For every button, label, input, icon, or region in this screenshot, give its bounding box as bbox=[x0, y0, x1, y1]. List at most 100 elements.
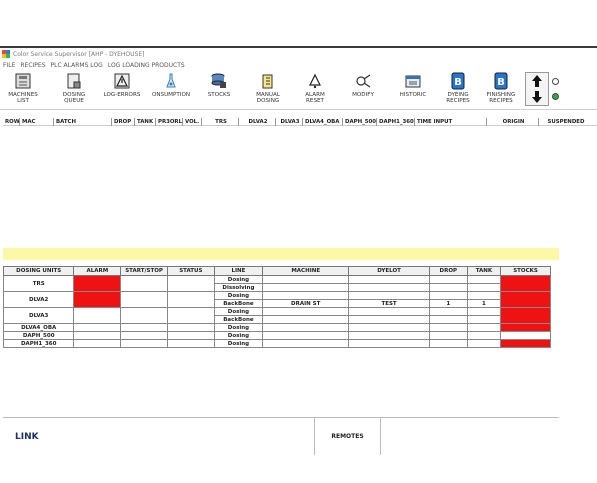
col-daph1-360[interactable]: DAPH1_360 bbox=[377, 118, 415, 126]
machines-list-button[interactable]: MACHINES LIST bbox=[3, 70, 43, 110]
tank-cell bbox=[466, 323, 502, 332]
col-tank[interactable]: TANK bbox=[135, 118, 156, 126]
alarm-indicator bbox=[73, 275, 122, 292]
modify-icon bbox=[354, 72, 372, 90]
window-title: Color Service Supervisor [AHP - DYEHOUSE… bbox=[13, 50, 145, 58]
status-cell bbox=[166, 307, 215, 324]
dyeing-recipes-icon: B bbox=[449, 72, 467, 90]
start-stop-cell[interactable] bbox=[120, 331, 168, 340]
col-pr3orl[interactable]: PR3ORL bbox=[156, 118, 183, 126]
col-trs[interactable]: TRS bbox=[202, 118, 239, 126]
col-machine: MACHINE bbox=[262, 266, 350, 276]
col-dyelot: DYELOT bbox=[348, 266, 430, 276]
dyelot-cell bbox=[348, 331, 430, 340]
alarm-cell bbox=[73, 323, 122, 332]
arrow-up-icon[interactable] bbox=[532, 75, 542, 87]
unit-name-dlva4-oba: DLVA4_OBA bbox=[2, 323, 75, 332]
col-daph-500[interactable]: DAPH_500 bbox=[343, 118, 377, 126]
tank-cell bbox=[466, 291, 502, 300]
col-row[interactable]: ROW bbox=[3, 118, 20, 126]
tank-cell bbox=[466, 315, 502, 324]
stocks-icon bbox=[210, 72, 228, 90]
table-row[interactable]: TRS Dosing bbox=[2, 275, 551, 292]
col-tank: TANK bbox=[466, 266, 502, 276]
manual-dosing-button[interactable]: MANUAL DOSING bbox=[248, 70, 288, 110]
unit-name-dlva3: DLVA3 bbox=[2, 307, 75, 324]
app-window: Color Service Supervisor [AHP - DYEHOUSE… bbox=[0, 48, 597, 458]
col-dlva3[interactable]: DLVA3 bbox=[276, 118, 303, 126]
alarm-reset-button[interactable]: ALARM RESET bbox=[296, 70, 334, 110]
col-drop[interactable]: DROP bbox=[112, 118, 135, 126]
table-row[interactable]: DAPH_500 Dosing bbox=[2, 331, 551, 340]
alarm-cell bbox=[73, 331, 122, 340]
status-light-red-icon bbox=[551, 78, 559, 85]
link-status[interactable]: LINK bbox=[3, 418, 315, 455]
modify-button[interactable]: MODIFY bbox=[343, 70, 383, 110]
consumption-icon bbox=[162, 72, 180, 90]
line-cell: Dosing bbox=[213, 323, 264, 332]
status-light bbox=[551, 74, 559, 104]
col-time-input[interactable]: TIME INPUT bbox=[415, 118, 487, 126]
stock-indicator bbox=[500, 291, 551, 308]
col-batch[interactable]: BATCH bbox=[54, 118, 112, 126]
col-mac[interactable]: MAC bbox=[20, 118, 54, 126]
col-origin[interactable]: ORIGIN bbox=[487, 118, 539, 126]
alarm-indicator bbox=[73, 291, 122, 308]
machine-cell bbox=[262, 307, 350, 316]
log-errors-button[interactable]: LOG-ERRORS bbox=[97, 70, 147, 110]
table-row[interactable]: DLVA3 Dosing bbox=[2, 307, 551, 324]
unit-name-daph1-360: DAPH1_360 bbox=[2, 339, 75, 348]
stock-indicator bbox=[500, 307, 551, 324]
consumption-button[interactable]: ONSUMPTION bbox=[148, 70, 194, 110]
col-vol[interactable]: VOL. bbox=[183, 118, 202, 126]
tank-cell bbox=[466, 283, 502, 292]
dyelot-cell bbox=[348, 339, 430, 348]
units-header-row: DOSING UNITS ALARM START/STOP STATUS LIN… bbox=[2, 266, 551, 276]
col-dlva4-oba[interactable]: DLVA4_OBA bbox=[303, 118, 343, 126]
start-stop-cell[interactable] bbox=[120, 275, 168, 292]
remotes-button[interactable]: REMOTES bbox=[315, 418, 381, 455]
table-row[interactable]: DLVA2 Dosing bbox=[2, 291, 551, 308]
dyelot-cell: TEST bbox=[348, 299, 430, 308]
machine-cell: DRAIN ST bbox=[262, 299, 350, 308]
dosing-queue-button[interactable]: DOSING QUEUE bbox=[56, 70, 92, 110]
col-drop: DROP bbox=[428, 266, 468, 276]
menu-recipes[interactable]: RECIPES bbox=[20, 62, 45, 69]
start-stop-cell[interactable] bbox=[120, 307, 168, 324]
line-cell: BackBone bbox=[213, 299, 264, 308]
historic-button[interactable]: HISTORIC bbox=[393, 70, 433, 110]
machines-list-icon bbox=[14, 72, 32, 90]
menu-plc-alarms-log[interactable]: PLC ALARMS LOG bbox=[51, 62, 103, 69]
col-dlva2[interactable]: DLVA2 bbox=[239, 118, 276, 126]
start-stop-cell[interactable] bbox=[120, 339, 168, 348]
drop-cell bbox=[428, 331, 468, 340]
start-stop-cell[interactable] bbox=[120, 323, 168, 332]
unit-name-daph-500: DAPH_500 bbox=[2, 331, 75, 340]
status-cell bbox=[166, 331, 215, 340]
toolbar: MACHINES LIST DOSING QUEUE LOG-ERRORS ON… bbox=[0, 70, 597, 110]
line-cell: Dosing bbox=[213, 339, 264, 348]
col-start-stop: START/STOP bbox=[120, 266, 168, 276]
col-suspended[interactable]: SUSPENDED bbox=[539, 118, 591, 126]
stock-indicator bbox=[500, 323, 551, 332]
dyeing-recipes-button[interactable]: B DYEING RECIPES bbox=[440, 70, 476, 110]
stocks-button[interactable]: STOCKS bbox=[200, 70, 238, 110]
machine-cell bbox=[262, 291, 350, 300]
stock-indicator bbox=[500, 275, 551, 292]
bell-icon bbox=[306, 72, 324, 90]
table-row[interactable]: DLVA4_OBA Dosing bbox=[2, 323, 551, 332]
manual-dosing-icon bbox=[259, 72, 277, 90]
menu-log-loading-products[interactable]: LOG LOADING PRODUCTS bbox=[108, 62, 185, 69]
drop-cell: 1 bbox=[428, 299, 468, 308]
dosing-queue-icon bbox=[65, 72, 83, 90]
table-row[interactable]: DAPH1_360 Dosing bbox=[2, 339, 551, 348]
status-light-green-icon bbox=[551, 93, 559, 100]
start-stop-cell[interactable] bbox=[120, 291, 168, 308]
top-band bbox=[0, 0, 597, 48]
line-cell: Dissolving bbox=[213, 283, 264, 292]
finishing-recipes-button[interactable]: B FINISHING RECIPES bbox=[481, 70, 521, 110]
col-stocks: STOCKS bbox=[500, 266, 551, 276]
queue-list[interactable] bbox=[3, 127, 597, 245]
menu-file[interactable]: FILE bbox=[3, 62, 15, 69]
arrow-down-icon[interactable] bbox=[532, 91, 542, 103]
